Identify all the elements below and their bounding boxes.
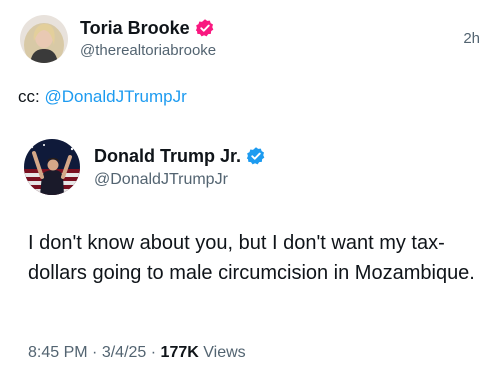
- meta-separator: ·: [150, 344, 157, 361]
- quoted-tweet-time[interactable]: 8:45 PM: [28, 344, 88, 361]
- outer-author-name[interactable]: Toria Brooke: [80, 17, 190, 39]
- verified-badge-icon: [246, 146, 266, 166]
- outer-author-name-row[interactable]: Toria Brooke: [80, 17, 215, 39]
- quoted-tweet-text: I don't know about you, but I don't want…: [28, 232, 475, 284]
- quoted-author-handle[interactable]: @DonaldJTrumpJr: [94, 171, 228, 189]
- outer-tweet-time[interactable]: 2h: [463, 30, 480, 47]
- outer-author-avatar[interactable]: [20, 15, 68, 63]
- verified-badge-icon: [195, 18, 215, 38]
- quoted-author-avatar[interactable]: [24, 139, 80, 195]
- quoted-author-name[interactable]: Donald Trump Jr.: [94, 145, 241, 167]
- views-count[interactable]: 177K: [161, 344, 199, 361]
- outer-tweet-prefix: cc:: [18, 87, 45, 106]
- quoted-author-name-row[interactable]: Donald Trump Jr.: [94, 145, 266, 167]
- meta-separator: ·: [92, 344, 98, 361]
- outer-author-handle[interactable]: @therealtoriabrooke: [80, 42, 216, 59]
- quoted-tweet-date[interactable]: 3/4/25: [102, 344, 146, 361]
- quoted-tweet-meta: 8:45 PM · 3/4/25 · 177K Views: [28, 344, 246, 362]
- mention-link[interactable]: @DonaldJTrumpJr: [44, 87, 186, 106]
- outer-tweet-text: cc: @DonaldJTrumpJr: [18, 86, 187, 108]
- views-label[interactable]: Views: [203, 344, 245, 361]
